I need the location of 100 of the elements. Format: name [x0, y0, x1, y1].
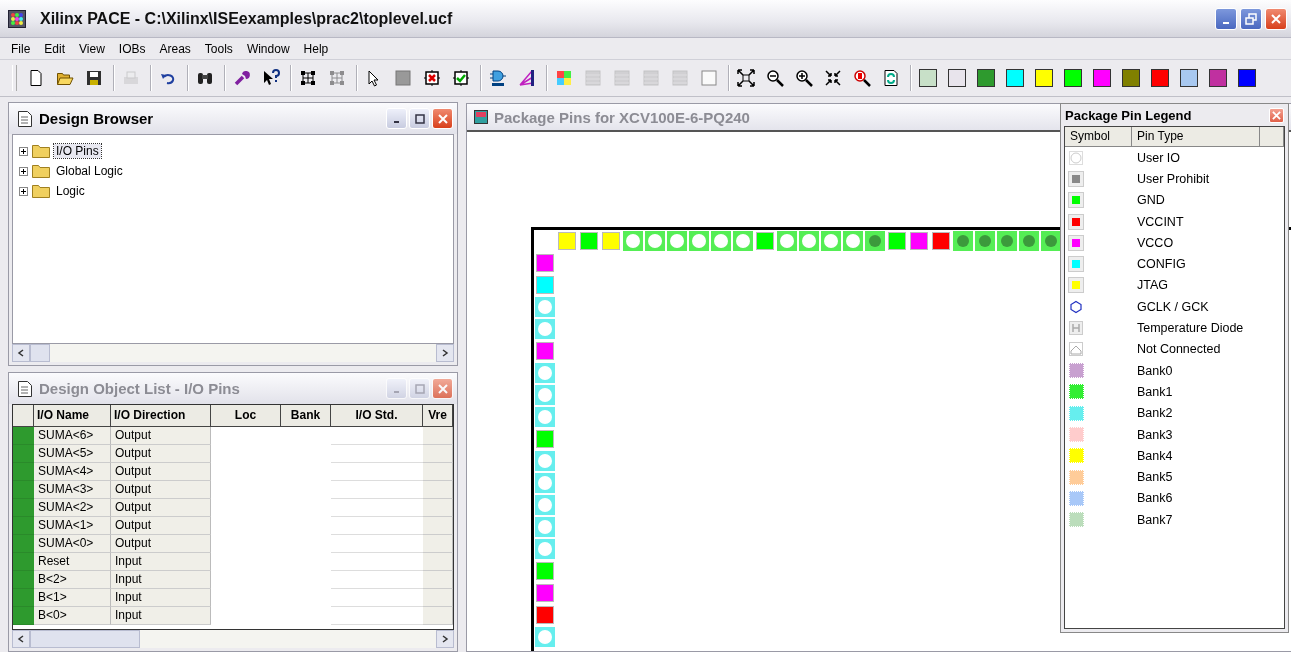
scroll-left-button[interactable] [12, 344, 30, 362]
minimize-button[interactable] [386, 108, 407, 129]
table-cell: Reset [34, 553, 111, 571]
table-cell [423, 571, 453, 589]
power-pin[interactable] [534, 340, 556, 362]
row-marker [13, 589, 34, 607]
tree-item[interactable]: Global Logic [54, 164, 125, 178]
diode-icon [1069, 321, 1083, 335]
row-marker [13, 571, 34, 589]
table-cell [423, 481, 453, 499]
power-pin[interactable] [534, 274, 556, 296]
assigned-pin[interactable] [952, 230, 974, 252]
blank-square-icon [700, 69, 718, 87]
table-cell: Input [111, 553, 211, 571]
document-icon [17, 379, 33, 398]
table-cell: Input [111, 571, 211, 589]
column-header[interactable]: Bank [281, 405, 331, 427]
power-pin[interactable] [534, 252, 556, 274]
row-marker [13, 427, 34, 445]
table-cell [423, 517, 453, 535]
tree-item[interactable]: Logic [54, 184, 87, 198]
assigned-pin[interactable] [974, 230, 996, 252]
folder-icon [32, 164, 50, 178]
table-cell: Input [111, 607, 211, 625]
power-pin[interactable] [930, 230, 952, 252]
menu-item[interactable]: Tools [197, 40, 240, 57]
hexagon-icon [1069, 299, 1083, 314]
legend-label: Bank6 [1136, 491, 1173, 506]
expand-toggle[interactable] [19, 166, 28, 176]
power-pin[interactable] [556, 230, 578, 252]
assigned-pin[interactable] [996, 230, 1018, 252]
legend-label: GND [1136, 193, 1165, 208]
menu-item[interactable]: IOBs [111, 40, 153, 57]
power-pin[interactable] [600, 230, 622, 252]
package-icon [474, 110, 488, 124]
legend-label: User Prohibit [1136, 171, 1210, 186]
pattern-square-icon [642, 69, 660, 87]
color-square-icon [555, 69, 573, 87]
column-header[interactable]: Pin Type [1132, 127, 1260, 147]
panel-title: Design Browser [39, 110, 154, 127]
row-marker [13, 463, 34, 481]
legend-label: Temperature Diode [1136, 321, 1244, 335]
table-cell [423, 535, 453, 553]
column-header[interactable] [1260, 127, 1284, 147]
app-icon [8, 9, 26, 28]
expand-toggle[interactable] [19, 186, 28, 196]
table-cell: SUMA<5> [34, 445, 111, 463]
power-pin[interactable] [578, 230, 600, 252]
scroll-right-button[interactable] [436, 630, 454, 648]
column-header[interactable]: Symbol [1065, 127, 1132, 147]
power-pin[interactable] [534, 428, 556, 450]
scroll-thumb[interactable] [30, 344, 50, 362]
power-pin[interactable] [886, 230, 908, 252]
close-icon [437, 383, 448, 394]
menu-item[interactable]: Window [239, 40, 297, 57]
close-button[interactable] [432, 108, 453, 129]
expand-toggle[interactable] [19, 146, 28, 156]
column-header[interactable]: I/O Std. [331, 405, 423, 427]
table-cell: Output [111, 499, 211, 517]
scroll-right-button[interactable] [436, 344, 454, 362]
menu-item[interactable]: Edit [37, 40, 73, 57]
scroll-left-button[interactable] [12, 630, 30, 648]
restore-icon [1245, 12, 1257, 25]
table-cell: SUMA<6> [34, 427, 111, 445]
area-select-icon [328, 69, 346, 87]
menu-item[interactable]: File [4, 40, 38, 57]
table-cell: Output [111, 481, 211, 499]
close-icon [437, 113, 448, 124]
power-pin[interactable] [534, 582, 556, 604]
minimize-icon [394, 391, 399, 393]
plus-icon [19, 146, 28, 156]
horizontal-scrollbar[interactable] [12, 344, 454, 362]
scroll-thumb[interactable] [30, 630, 140, 648]
menu-item[interactable]: Areas [152, 40, 198, 57]
power-pin[interactable] [908, 230, 930, 252]
horizontal-scrollbar[interactable] [12, 630, 454, 648]
menu-item[interactable]: View [72, 40, 112, 57]
restore-button[interactable] [1240, 7, 1262, 30]
column-header[interactable]: Vre [423, 405, 453, 427]
close-button[interactable] [1269, 107, 1284, 123]
zoom-in-icon [795, 69, 813, 87]
column-header[interactable]: Loc [211, 405, 281, 427]
maximize-button[interactable] [409, 108, 430, 129]
power-pin[interactable] [534, 604, 556, 626]
close-button[interactable] [1265, 7, 1287, 30]
row-marker [13, 481, 34, 499]
power-pin[interactable] [534, 560, 556, 582]
assigned-pin[interactable] [1018, 230, 1040, 252]
assigned-pin[interactable] [864, 230, 886, 252]
column-header[interactable]: I/O Name [34, 405, 111, 427]
pattern-square-icon [584, 69, 602, 87]
table-cell [423, 427, 453, 445]
column-header[interactable]: I/O Direction [111, 405, 211, 427]
tree-item[interactable]: I/O Pins [54, 144, 101, 158]
menu-item[interactable]: Help [296, 40, 336, 57]
assigned-pin[interactable] [1040, 230, 1062, 252]
legend-label: Bank7 [1136, 512, 1173, 527]
legend-label: VCCINT [1136, 214, 1184, 229]
plus-icon [19, 186, 28, 196]
power-pin[interactable] [754, 230, 776, 252]
